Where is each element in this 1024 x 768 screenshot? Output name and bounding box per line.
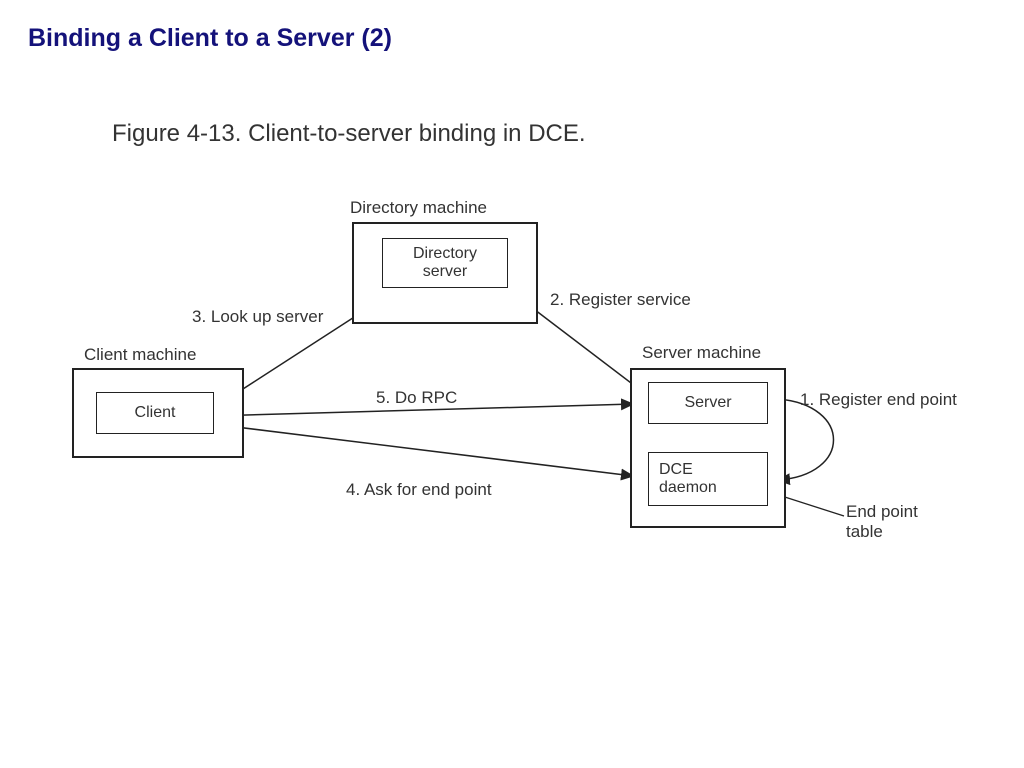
directory-machine-label: Directory machine bbox=[350, 198, 487, 218]
server-inner-box: Server bbox=[648, 382, 768, 424]
step-1-label: 1. Register end point bbox=[800, 390, 957, 410]
client-inner-box: Client bbox=[96, 392, 214, 434]
directory-server-inner-box: Directory server bbox=[382, 238, 508, 288]
dce-daemon-inner-box: DCE daemon bbox=[648, 452, 768, 506]
diagram: Client machine Client Directory machine … bbox=[60, 180, 960, 600]
step-4-label: 4. Ask for end point bbox=[346, 480, 492, 500]
end-point-table-label: End point table bbox=[846, 502, 918, 543]
client-machine-label: Client machine bbox=[84, 345, 196, 365]
server-machine-label: Server machine bbox=[642, 343, 761, 363]
step-5-label: 5. Do RPC bbox=[376, 388, 457, 408]
step-3-label: 3. Look up server bbox=[192, 307, 323, 327]
slide-title: Binding a Client to a Server (2) bbox=[28, 24, 392, 53]
step-2-label: 2. Register service bbox=[550, 290, 691, 310]
figure-caption: Figure 4-13. Client-to-server binding in… bbox=[112, 120, 586, 148]
